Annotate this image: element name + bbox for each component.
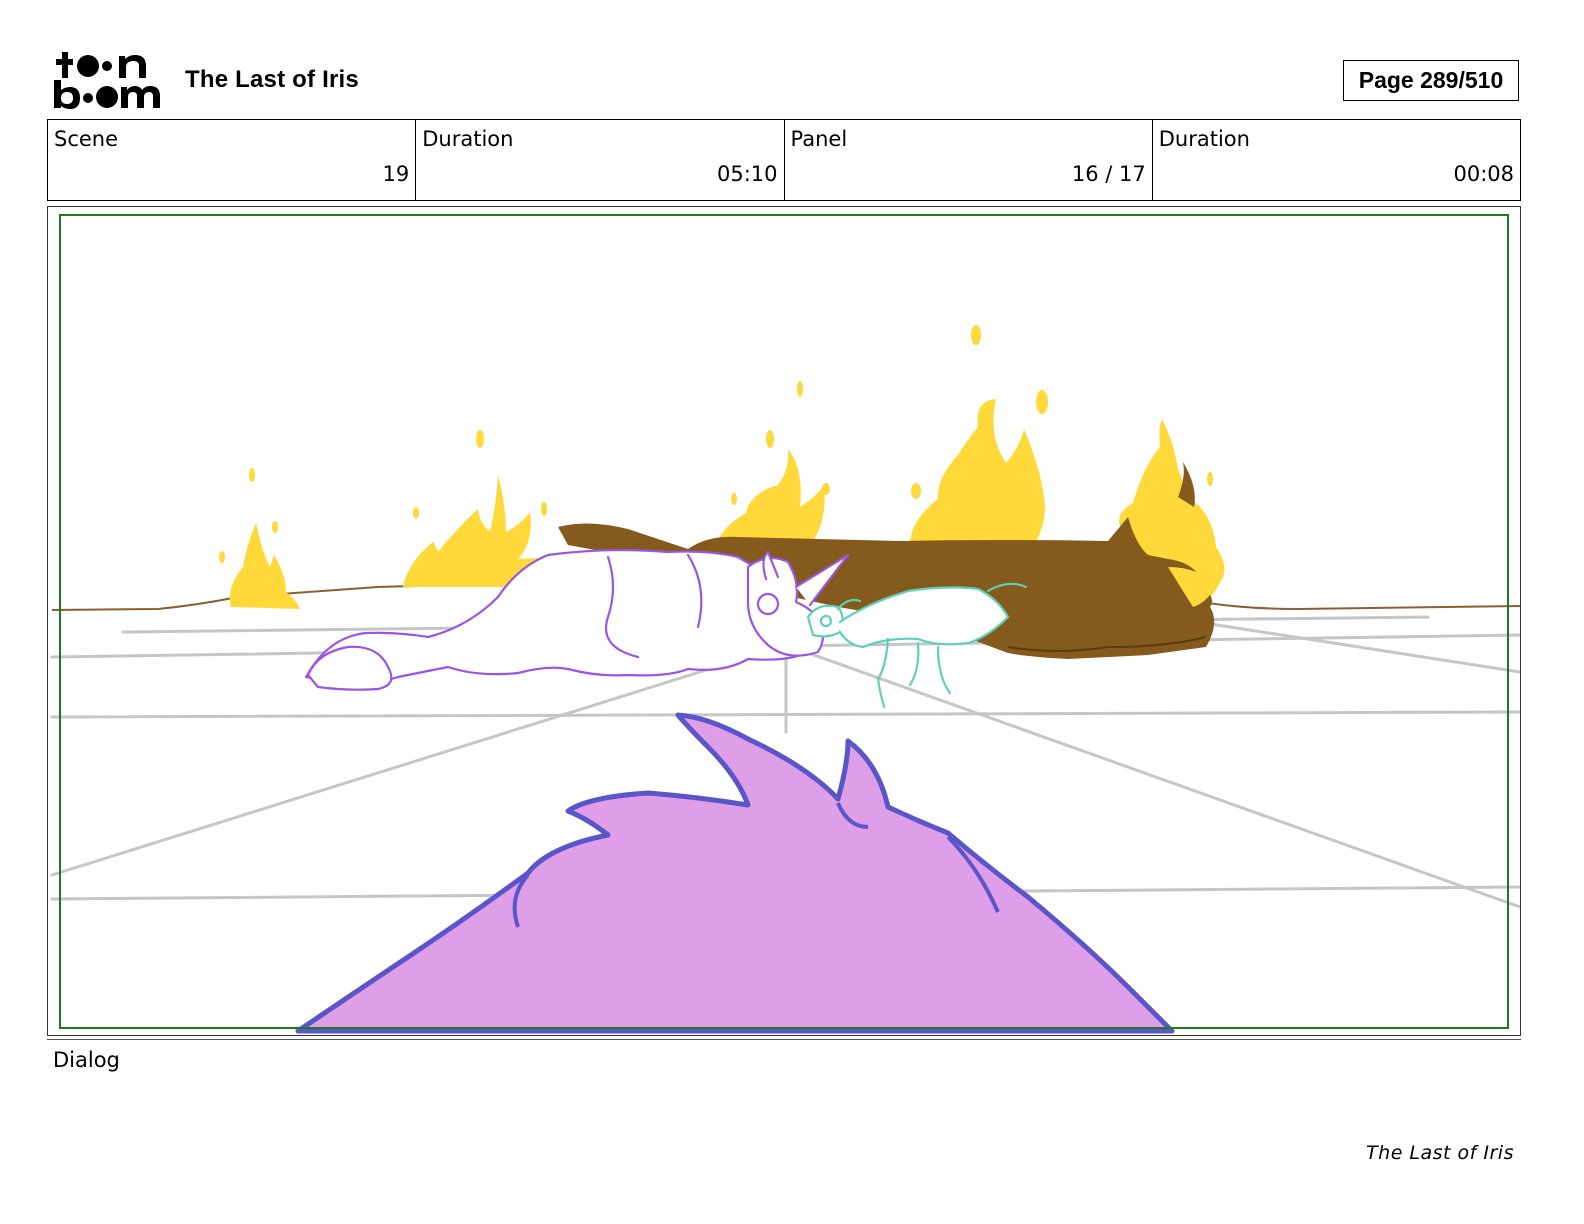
fire-ember <box>797 381 803 397</box>
fire-ember <box>822 483 830 495</box>
fire-ember <box>731 493 737 505</box>
fire-ember <box>272 521 278 533</box>
panel-duration-label: Duration <box>1158 127 1250 151</box>
panel-duration-cell: Duration 00:08 <box>1151 120 1520 200</box>
logo-dot-large <box>77 55 99 77</box>
dialog-label: Dialog <box>53 1048 120 1072</box>
logo-letter-n <box>119 55 146 78</box>
fire-ember <box>476 430 484 448</box>
foal-head <box>806 604 844 638</box>
document-title: The Last of Iris <box>185 66 359 93</box>
info-table: Scene 19 Duration 05:10 Panel 16 / 17 Du… <box>47 119 1521 201</box>
logo-letter-m <box>121 86 160 108</box>
panel-duration-value: 00:08 <box>1453 162 1514 186</box>
scene-duration-value: 05:10 <box>716 162 778 186</box>
panel-cell: Panel 16 / 17 <box>783 120 1152 200</box>
unicorn-eye <box>756 592 780 616</box>
footer-title: The Last of Iris <box>1366 1142 1514 1164</box>
storyboard-panel <box>47 206 1521 1036</box>
fire-ember <box>219 551 225 563</box>
logo-dot-large-2 <box>96 86 118 108</box>
fire-ember <box>249 468 255 482</box>
panel-value: 16 / 17 <box>1071 162 1146 186</box>
scene-label: Scene <box>54 127 119 151</box>
fire-ember <box>413 507 419 519</box>
toon-boom-logo <box>54 52 160 109</box>
scene-duration-cell: Duration 05:10 <box>415 120 783 200</box>
scene-cell: Scene 19 <box>48 120 415 200</box>
panel-divider <box>47 1039 1521 1040</box>
logo-letter-t-bar <box>56 59 73 65</box>
fire-ember <box>766 430 774 448</box>
scene-duration-label: Duration <box>422 127 514 151</box>
panel-label: Panel <box>790 127 848 151</box>
scene-value: 19 <box>382 162 410 186</box>
logo-letter-b <box>54 80 80 109</box>
fire-ember <box>1036 390 1048 414</box>
logo-dot-small-2 <box>83 93 93 103</box>
page-number-box: Page 289/510 <box>1343 60 1519 101</box>
fire-ember <box>911 483 921 499</box>
logo-dot-small <box>102 61 112 71</box>
fire-ember <box>971 325 981 345</box>
fire-ember <box>1207 472 1213 486</box>
fire-ember <box>541 502 547 516</box>
panel-artwork <box>48 207 1520 1035</box>
